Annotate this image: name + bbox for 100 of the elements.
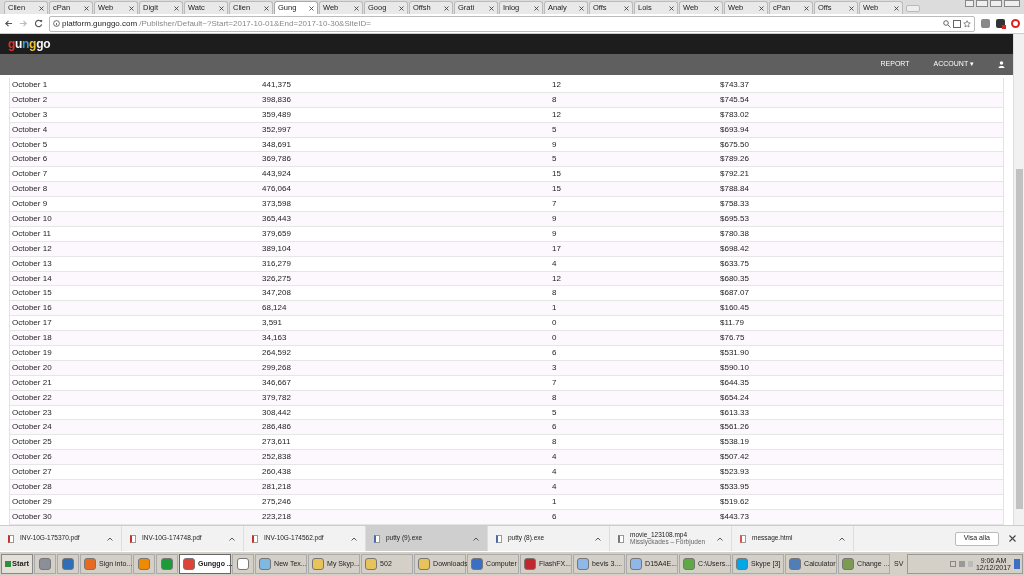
address-field[interactable]: platform.gunggo.com /Publisher/Default~?Start=2017-10-01&End=2017-10-30&SiteID= bbox=[49, 15, 975, 32]
program-icon bbox=[374, 534, 380, 543]
table-cell-text: 12 bbox=[552, 274, 562, 283]
table-cell-text: October 21 bbox=[12, 378, 53, 387]
translate-icon[interactable] bbox=[953, 19, 961, 28]
table-cell-text: October 15 bbox=[12, 289, 53, 298]
table-cell-text: $788.84 bbox=[720, 185, 750, 194]
close-icon[interactable] bbox=[669, 5, 674, 11]
close-icon[interactable] bbox=[354, 5, 359, 11]
close-icon[interactable] bbox=[129, 5, 134, 11]
reload-icon[interactable] bbox=[34, 19, 43, 28]
caret-icon[interactable] bbox=[595, 536, 601, 541]
table-cell-text: October 10 bbox=[12, 214, 53, 223]
table-cell-text: 379,782 bbox=[262, 393, 292, 402]
back-icon[interactable] bbox=[4, 19, 13, 28]
table-cell-text: $590.10 bbox=[720, 363, 750, 372]
scrollbar[interactable] bbox=[1013, 34, 1024, 525]
close-icon[interactable] bbox=[804, 5, 809, 11]
table-cell-text: October 14 bbox=[12, 274, 53, 283]
table-cell-text: 299,268 bbox=[262, 363, 292, 372]
taskbar-button[interactable] bbox=[232, 554, 255, 574]
close-button[interactable] bbox=[1004, 0, 1020, 7]
close-icon[interactable] bbox=[894, 5, 899, 11]
taskbar-button[interactable] bbox=[34, 554, 57, 574]
table-cell-text: $633.75 bbox=[720, 259, 750, 268]
close-icon[interactable] bbox=[849, 5, 854, 11]
table-cell-text: 443,924 bbox=[262, 170, 292, 179]
caret-icon[interactable] bbox=[473, 536, 479, 541]
table-cell-text: October 7 bbox=[12, 170, 49, 179]
table-cell-text: 6 bbox=[552, 512, 558, 521]
close-icon[interactable] bbox=[174, 5, 179, 11]
caret-icon[interactable] bbox=[839, 536, 845, 541]
table-cell-text: $644.35 bbox=[720, 378, 750, 387]
taskbar-button[interactable] bbox=[156, 554, 179, 574]
close-icon[interactable] bbox=[489, 5, 494, 11]
close-icon[interactable] bbox=[264, 5, 269, 11]
restore-button[interactable] bbox=[990, 0, 1002, 7]
scrollbar-thumb[interactable] bbox=[1015, 169, 1023, 509]
table-cell-text: October 11 bbox=[12, 229, 52, 238]
table-cell-text: $680.35 bbox=[720, 274, 750, 283]
table-cell-text: October 5 bbox=[12, 140, 49, 149]
table-cell-text: October 16 bbox=[12, 304, 53, 313]
table-cell-text: 0 bbox=[552, 334, 558, 343]
caret-icon[interactable] bbox=[229, 536, 235, 541]
table-cell-text: 17 bbox=[552, 244, 562, 253]
close-icon[interactable] bbox=[624, 5, 629, 11]
table-cell-text: October 17 bbox=[12, 319, 53, 328]
table-cell-text: October 22 bbox=[12, 393, 53, 402]
table-cell-text: 365,443 bbox=[262, 214, 292, 223]
table-cell-text: 1 bbox=[552, 497, 558, 506]
table-cell-text: 373,598 bbox=[262, 200, 292, 209]
close-icon[interactable] bbox=[1009, 535, 1016, 542]
close-icon[interactable] bbox=[39, 5, 44, 11]
close-icon[interactable] bbox=[84, 5, 89, 11]
zoom-icon[interactable] bbox=[943, 19, 951, 28]
table-cell-text: 308,442 bbox=[262, 408, 292, 417]
stop-icon[interactable] bbox=[1011, 19, 1020, 28]
table-cell-text: 4 bbox=[552, 453, 558, 462]
caret-icon[interactable] bbox=[107, 536, 113, 541]
site-logo[interactable]: gunggo bbox=[8, 38, 51, 50]
table-cell-text: 223,218 bbox=[262, 512, 292, 521]
table-cell-text: October 20 bbox=[12, 363, 53, 372]
close-icon[interactable] bbox=[219, 5, 224, 11]
table-cell-text: $693.94 bbox=[720, 125, 750, 134]
table-cell-text: 359,489 bbox=[262, 110, 292, 119]
close-icon[interactable] bbox=[309, 5, 314, 11]
table-cell-text: 1 bbox=[552, 304, 558, 313]
taskbar-button[interactable] bbox=[133, 554, 156, 574]
table-cell-text: $695.53 bbox=[720, 214, 750, 223]
table-cell-text: $533.95 bbox=[720, 483, 750, 491]
extension-icon[interactable] bbox=[996, 19, 1005, 28]
table-cell-text: 369,786 bbox=[262, 155, 292, 164]
html-file-icon bbox=[740, 534, 746, 543]
taskbar-button[interactable] bbox=[57, 554, 80, 574]
close-icon[interactable] bbox=[534, 5, 539, 11]
url-path: /Publisher/Default~?Start=2017-10-01&End=2017-10-30&SiteID= bbox=[139, 17, 372, 30]
caret-icon[interactable] bbox=[717, 536, 723, 541]
table-cell-text: October 28 bbox=[12, 483, 53, 491]
table-cell-text: 348,691 bbox=[262, 140, 292, 149]
close-icon[interactable] bbox=[714, 5, 719, 11]
table-cell-text: $160.45 bbox=[720, 304, 750, 313]
table-cell-text: 5 bbox=[552, 125, 558, 134]
close-icon[interactable] bbox=[579, 5, 584, 11]
table-cell-text: $76.75 bbox=[720, 334, 746, 343]
table-cell-text: October 6 bbox=[12, 155, 49, 164]
close-icon[interactable] bbox=[759, 5, 764, 11]
table-cell-text: 6 bbox=[552, 423, 558, 432]
caret-icon[interactable] bbox=[351, 536, 357, 541]
star-icon[interactable] bbox=[963, 19, 971, 28]
table-cell-text: October 1 bbox=[12, 80, 49, 89]
table-cell-text: 9 bbox=[552, 214, 558, 223]
table-cell-text: $687.07 bbox=[720, 289, 750, 298]
table-cell-text: 9 bbox=[552, 140, 558, 149]
table-cell-text: 260,438 bbox=[262, 468, 292, 477]
minimize-button[interactable] bbox=[976, 0, 988, 7]
table-cell-text: 273,611 bbox=[262, 438, 292, 447]
close-icon[interactable] bbox=[444, 5, 449, 11]
table-cell-text: October 13 bbox=[12, 259, 53, 268]
close-icon[interactable] bbox=[399, 5, 404, 11]
table-cell-text: 275,246 bbox=[262, 497, 292, 506]
